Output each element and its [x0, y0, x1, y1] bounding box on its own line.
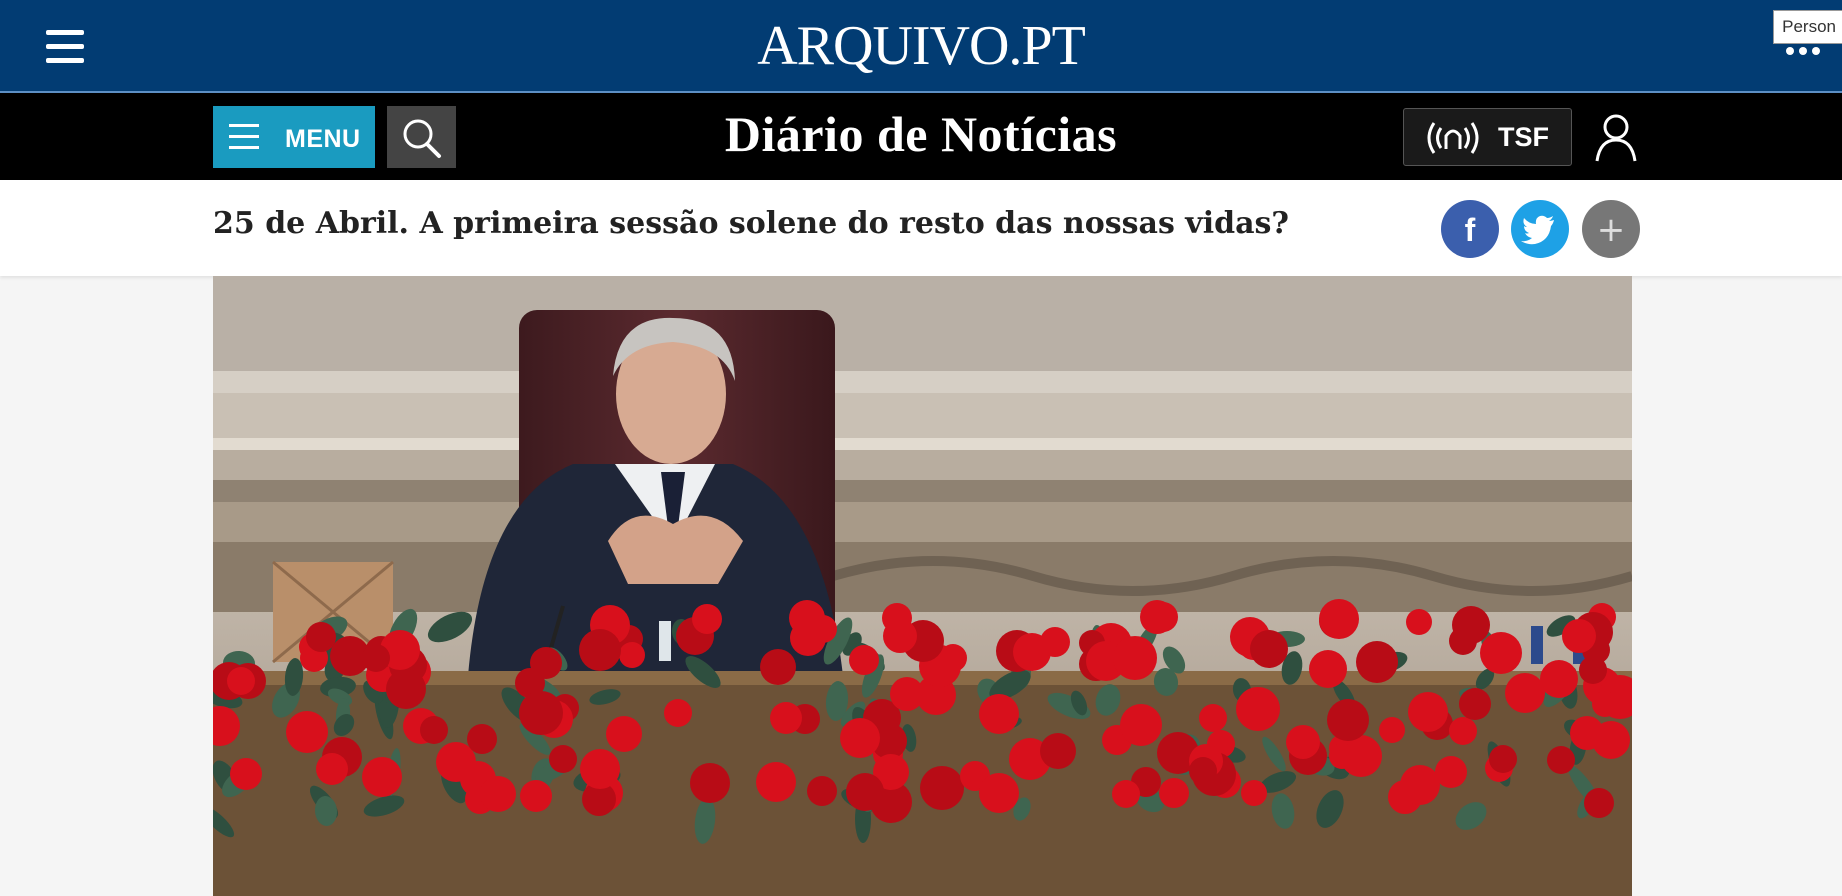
twitter-icon [1521, 215, 1554, 245]
user-account-button[interactable] [1592, 112, 1640, 162]
arquivo-top-bar: ARQUIVO.PT Person [0, 0, 1842, 93]
tsf-radio-button[interactable]: TSF [1403, 108, 1572, 166]
facebook-glyph: f [1465, 212, 1476, 248]
plus-icon: + [1597, 210, 1626, 250]
user-icon [1595, 114, 1637, 162]
more-dots-icon[interactable] [1786, 42, 1830, 55]
facebook-icon: f [1465, 212, 1476, 248]
article-hero-image [213, 276, 1632, 896]
more-share-button[interactable]: + [1582, 200, 1640, 258]
article-headline: 25 de Abril. A primeira sessão solene do… [213, 206, 1289, 241]
radio-signal-icon [1427, 122, 1479, 154]
arquivo-logo[interactable]: ARQUIVO.PT [0, 14, 1842, 78]
tsf-label: TSF [1498, 122, 1549, 152]
twitter-share-button[interactable] [1511, 200, 1569, 258]
facebook-share-button[interactable]: f [1441, 200, 1499, 258]
parliament-photo [213, 276, 1632, 896]
plus-glyph: + [1597, 210, 1626, 250]
dn-header-bar: MENU Diário de Notícias TSF [0, 93, 1842, 180]
article-header: 25 de Abril. A primeira sessão solene do… [0, 180, 1842, 276]
person-tooltip: Person [1773, 10, 1842, 44]
